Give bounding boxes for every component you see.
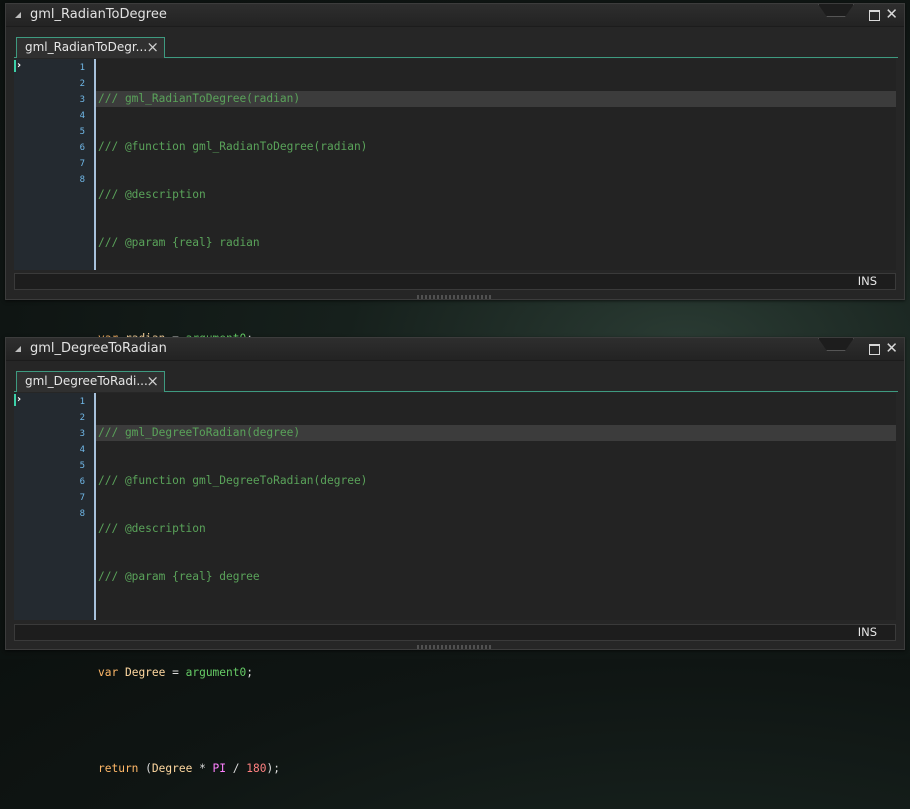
- code-text[interactable]: /// gml_DegreeToRadian(degree) /// @func…: [96, 393, 896, 809]
- window-titlebar[interactable]: gml_DegreeToRadian ✕: [6, 338, 904, 361]
- comment: /// @param {real} radian: [98, 236, 260, 249]
- tab-close-icon[interactable]: ×: [146, 38, 159, 56]
- tab-strip: gml_DegreeToRadi... ×: [14, 369, 898, 392]
- line-number: 6: [79, 477, 85, 487]
- code-editor-window-radian-to-degree: gml_RadianToDegree ✕ gml_RadianToDegr...…: [5, 3, 905, 441]
- operator: *: [192, 762, 213, 775]
- status-bar: INS: [14, 273, 896, 290]
- tab-close-icon[interactable]: ×: [146, 372, 159, 390]
- close-icon[interactable]: ✕: [885, 6, 898, 22]
- title-notch-decoration: [818, 338, 854, 351]
- collapse-triangle-icon[interactable]: [15, 12, 21, 18]
- code-line-2[interactable]: /// @function gml_RadianToDegree(radian): [96, 139, 896, 155]
- punctuation: (: [138, 762, 152, 775]
- insert-mode-indicator: INS: [857, 274, 877, 288]
- line-number: 5: [79, 127, 85, 137]
- variable: Degree: [124, 666, 166, 679]
- punctuation: );: [266, 762, 280, 775]
- status-bar: INS: [14, 624, 896, 641]
- line-number: 5: [79, 461, 85, 471]
- collapse-triangle-icon[interactable]: [15, 346, 21, 352]
- line-number: 8: [79, 509, 85, 519]
- current-line-arrow-icon: ›: [14, 60, 29, 72]
- current-line-arrow-icon: ›: [14, 394, 29, 406]
- code-line-4[interactable]: /// @param {real} radian: [96, 235, 896, 251]
- code-line-6[interactable]: var Degree = argument0;: [96, 665, 896, 681]
- tab-gml-radian-to-degree[interactable]: gml_RadianToDegr... ×: [16, 37, 165, 58]
- code-line-3[interactable]: /// @description: [96, 187, 896, 203]
- comment: /// @description: [98, 522, 206, 535]
- line-number: 2: [79, 79, 85, 89]
- line-number-gutter: › 1 2 3 4 5 6 7 8: [14, 393, 96, 620]
- line-number: 6: [79, 143, 85, 153]
- comment: /// gml_DegreeToRadian(degree): [98, 426, 301, 439]
- maximize-icon[interactable]: [869, 344, 880, 355]
- comment: /// @function gml_RadianToDegree(radian): [98, 140, 368, 153]
- line-number: 8: [79, 175, 85, 185]
- comment: /// @function gml_DegreeToRadian(degree): [98, 474, 368, 487]
- line-numbers: 1 2 3 4 5 6 7 8: [80, 394, 85, 522]
- code-editor[interactable]: › 1 2 3 4 5 6 7 8 /// gml_DegreeToRadian…: [14, 393, 896, 775]
- line-number: 1: [79, 63, 85, 73]
- line-number: 3: [79, 429, 85, 439]
- builtin: argument0: [185, 666, 247, 679]
- operator: =: [165, 666, 186, 679]
- line-number: 3: [79, 95, 85, 105]
- code-line-7[interactable]: [96, 713, 896, 729]
- variable: Degree: [151, 762, 193, 775]
- window-titlebar[interactable]: gml_RadianToDegree ✕: [6, 4, 904, 27]
- code-line-8[interactable]: return (Degree * PI / 180);: [96, 761, 896, 777]
- tab-strip: gml_RadianToDegr... ×: [14, 35, 898, 58]
- punctuation: ;: [246, 666, 253, 679]
- code-line-3[interactable]: /// @description: [96, 521, 896, 537]
- window-title: gml_RadianToDegree: [30, 7, 167, 22]
- close-icon[interactable]: ✕: [885, 340, 898, 356]
- window-title: gml_DegreeToRadian: [30, 341, 167, 356]
- tab-gml-degree-to-radian[interactable]: gml_DegreeToRadi... ×: [16, 371, 165, 392]
- code-line-2[interactable]: /// @function gml_DegreeToRadian(degree): [96, 473, 896, 489]
- maximize-icon[interactable]: [869, 10, 880, 21]
- tab-label: gml_RadianToDegr...: [25, 40, 148, 54]
- resize-grip[interactable]: [417, 645, 493, 649]
- line-number: 4: [79, 445, 85, 455]
- resize-grip[interactable]: [417, 295, 493, 299]
- code-editor-window-degree-to-radian: gml_DegreeToRadian ✕ gml_DegreeToRadi...…: [5, 337, 905, 775]
- number: 180: [246, 762, 267, 775]
- code-line-1[interactable]: /// gml_DegreeToRadian(degree): [96, 425, 896, 441]
- keyword: return: [98, 762, 139, 775]
- constant: PI: [212, 762, 227, 775]
- line-number: 7: [79, 159, 85, 169]
- code-line-1[interactable]: /// gml_RadianToDegree(radian): [96, 91, 896, 107]
- title-notch-decoration: [818, 4, 854, 17]
- tab-label: gml_DegreeToRadi...: [25, 374, 148, 388]
- keyword: var: [98, 666, 119, 679]
- operator: /: [226, 762, 247, 775]
- comment: /// gml_RadianToDegree(radian): [98, 92, 301, 105]
- code-line-4[interactable]: /// @param {real} degree: [96, 569, 896, 585]
- line-number: 1: [79, 397, 85, 407]
- line-numbers: 1 2 3 4 5 6 7 8: [80, 60, 85, 188]
- line-number-gutter: › 1 2 3 4 5 6 7 8: [14, 59, 96, 270]
- line-number: 4: [79, 111, 85, 121]
- code-editor[interactable]: › 1 2 3 4 5 6 7 8 /// gml_RadianToDegree…: [14, 59, 896, 441]
- comment: /// @param {real} degree: [98, 570, 260, 583]
- line-number: 7: [79, 493, 85, 503]
- insert-mode-indicator: INS: [857, 625, 877, 639]
- comment: /// @description: [98, 188, 206, 201]
- line-number: 2: [79, 413, 85, 423]
